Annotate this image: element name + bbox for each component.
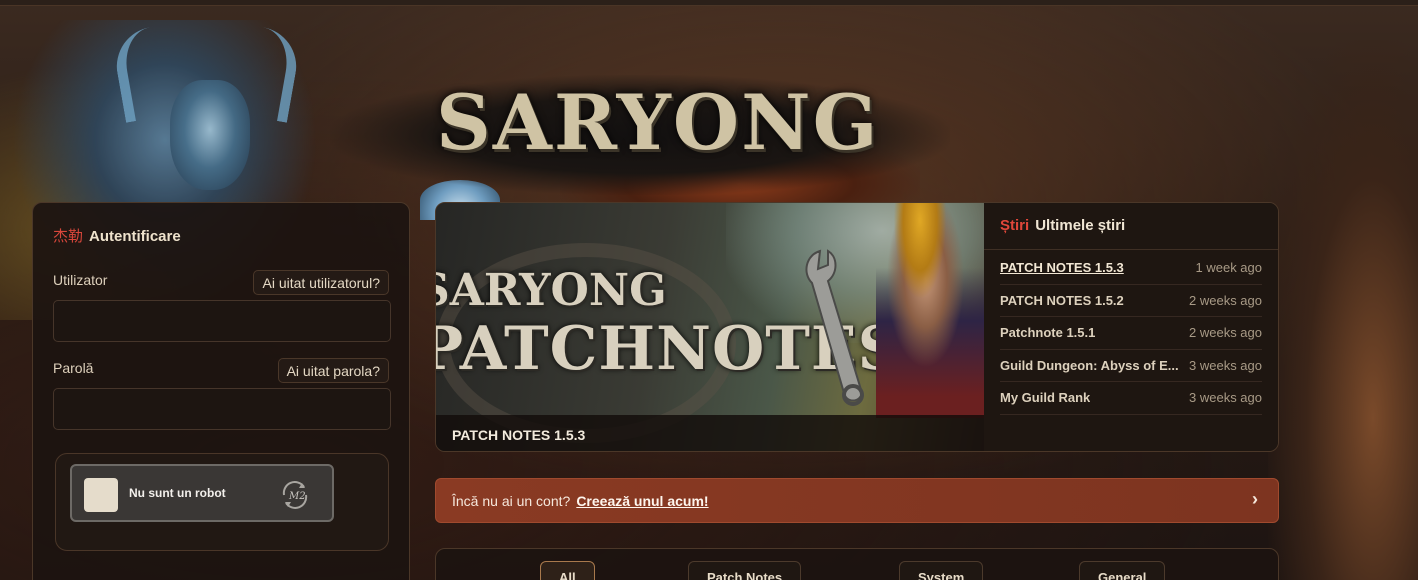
news-item-title[interactable]: Guild Dungeon: Abyss of E... (1000, 358, 1179, 373)
news-item[interactable]: Guild Dungeon: Abyss of E... 3 weeks ago (1000, 350, 1262, 382)
background-warrior-art (1268, 40, 1418, 580)
password-input[interactable] (53, 388, 391, 430)
news-item[interactable]: My Guild Rank 3 weeks ago (1000, 382, 1262, 415)
news-list: PATCH NOTES 1.5.3 1 week ago PATCH NOTES… (1000, 252, 1262, 415)
captcha-widget: Nu sunt un robot M2 (70, 464, 334, 522)
site-logo[interactable]: SARYONG (436, 78, 878, 168)
login-heading-glyph: 杰勒 (53, 228, 84, 245)
signup-text: Încă nu ai un cont? Creează unul acum! (452, 493, 709, 509)
filter-tab-patch-notes[interactable]: Patch Notes (688, 561, 802, 580)
news-item-date: 3 weeks ago (1189, 390, 1262, 406)
news-item-title[interactable]: PATCH NOTES 1.5.2 (1000, 293, 1124, 308)
news-sidebar: Știri Ultimele știri PATCH NOTES 1.5.3 1 … (984, 203, 1278, 451)
news-item-date: 2 weeks ago (1189, 292, 1262, 308)
captcha-container: Nu sunt un robot M2 (55, 453, 389, 551)
login-heading-text: Autentificare (89, 228, 181, 245)
captcha-label: Nu sunt un robot (129, 486, 226, 500)
filter-tab-system[interactable]: System (899, 561, 984, 580)
top-bar (0, 0, 1418, 6)
banner-hero-art (876, 203, 984, 418)
username-input[interactable] (53, 300, 391, 342)
news-item[interactable]: PATCH NOTES 1.5.3 1 week ago (1000, 252, 1262, 285)
background-demon-face (170, 80, 250, 190)
forgot-username-button[interactable]: Ai uitat utilizatorul? (253, 270, 389, 295)
captcha-checkbox[interactable] (84, 478, 118, 512)
news-filter-panel: All Patch Notes System General (435, 548, 1279, 580)
filter-tab-all[interactable]: All (540, 561, 595, 580)
news-item-title[interactable]: My Guild Rank (1000, 390, 1090, 405)
news-tag: Știri (1000, 217, 1030, 234)
banner-caption[interactable]: PATCH NOTES 1.5.3 (436, 415, 984, 451)
news-heading: Știri Ultimele știri (1000, 217, 1125, 234)
news-item-date: 2 weeks ago (1189, 325, 1262, 341)
news-item[interactable]: Patchnote 1.5.1 2 weeks ago (1000, 317, 1262, 350)
password-label: Parolă (53, 360, 94, 376)
news-item[interactable]: PATCH NOTES 1.5.2 2 weeks ago (1000, 285, 1262, 317)
forgot-password-button[interactable]: Ai uitat parola? (277, 358, 389, 383)
signup-link[interactable]: Creează unul acum! (576, 493, 708, 509)
signup-banner[interactable]: Încă nu ai un cont? Creează unul acum! › (435, 478, 1279, 523)
username-label: Utilizator (53, 272, 108, 288)
signup-prompt: Încă nu ai un cont? (452, 493, 571, 509)
wrench-icon (805, 249, 864, 406)
news-item-date: 3 weeks ago (1189, 357, 1262, 373)
login-heading: 杰勒 Autentificare (53, 225, 181, 246)
chevron-right-icon[interactable]: › (1252, 489, 1258, 510)
news-item-date: 1 week ago (1195, 260, 1263, 276)
filter-tab-general[interactable]: General (1079, 561, 1166, 580)
news-heading-text: Ultimele știri (1035, 217, 1126, 234)
captcha-logo-icon: M2 (282, 481, 308, 509)
news-item-title[interactable]: PATCH NOTES 1.5.3 (1000, 260, 1124, 275)
login-panel: 杰勒 Autentificare Utilizator Ai uitat util… (32, 202, 410, 580)
news-panel: SARYONG PATCHNOTES PATCH NOTES 1.5.3 Ști… (435, 202, 1279, 452)
svg-text:M2: M2 (288, 491, 306, 502)
news-item-title[interactable]: Patchnote 1.5.1 (1000, 325, 1095, 340)
news-banner[interactable]: SARYONG PATCHNOTES PATCH NOTES 1.5.3 (436, 203, 984, 451)
news-divider (984, 249, 1278, 250)
